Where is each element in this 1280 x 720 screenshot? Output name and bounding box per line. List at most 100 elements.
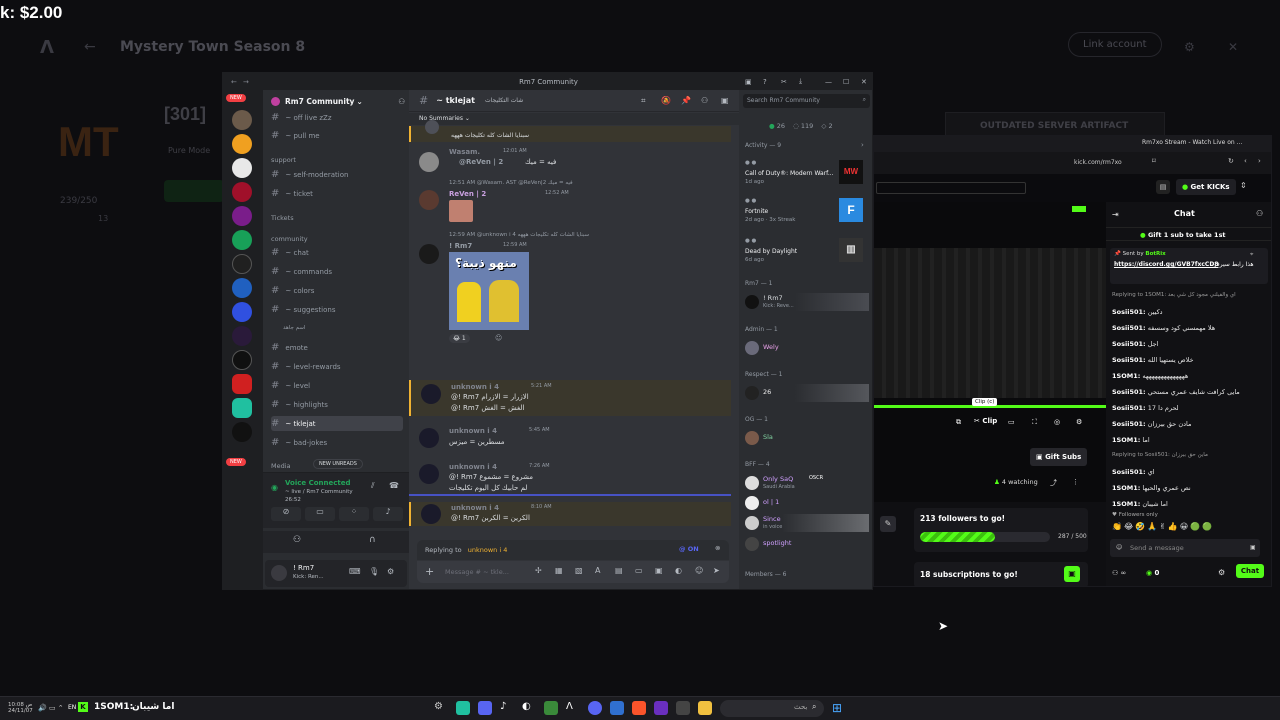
message-item[interactable]: سبنايا الشات كله تكليجات هههه bbox=[409, 120, 731, 142]
member-item[interactable]: ! Rm7 Kick: Reve... bbox=[745, 293, 869, 311]
tiktok-icon[interactable]: ♪ bbox=[500, 701, 514, 715]
member-item[interactable]: spotlight bbox=[745, 535, 869, 553]
store-taskbar-icon[interactable] bbox=[676, 701, 690, 715]
message-item[interactable]: unknown i 4 8:10 AM @! Rm7 الكرين = الكر… bbox=[409, 502, 731, 526]
start-icon[interactable]: ⊞ bbox=[832, 701, 846, 715]
channel-ticket[interactable]: # ~ ticket bbox=[271, 186, 403, 201]
channel-highlights[interactable]: # ~ highlights bbox=[271, 397, 403, 412]
server-icon-4[interactable] bbox=[232, 182, 252, 202]
player-settings-icon[interactable]: ⚙ bbox=[1076, 418, 1082, 426]
link-account-button[interactable]: Link account bbox=[1068, 32, 1162, 57]
edit-icon[interactable]: ✎ bbox=[880, 516, 896, 532]
fivem-icon[interactable]: Λ bbox=[566, 701, 580, 715]
member-item[interactable]: Only SaQ OSCR Saudi Arabia bbox=[745, 474, 869, 492]
kick-menu-icon[interactable]: ⇕ bbox=[1240, 181, 1247, 190]
server-icon-14[interactable] bbox=[232, 422, 252, 442]
chat-emote-icon[interactable]: ▣ bbox=[655, 566, 663, 575]
avatar[interactable] bbox=[419, 152, 439, 172]
pin-icon[interactable]: 📌 bbox=[681, 96, 691, 105]
connect-button[interactable] bbox=[164, 180, 224, 202]
member-item[interactable]: Since in voice bbox=[745, 514, 869, 532]
message-item[interactable]: Wasam. 12:01 AM @ReVen | 2 فيه = ميك bbox=[409, 146, 731, 176]
collapse-chat-icon[interactable]: ⇥ bbox=[1112, 210, 1119, 219]
chat-identity-icon[interactable]: ⚇ ∞ bbox=[1112, 569, 1126, 577]
apps-icon[interactable]: ✢ bbox=[535, 566, 542, 575]
add-reaction-icon[interactable]: ☺ bbox=[495, 334, 502, 342]
search-input[interactable]: Search Rm7 Community ⌕ bbox=[743, 94, 870, 108]
chat-message[interactable]: Replying to Sosii501: ماين حق بيرزان bbox=[1112, 452, 1268, 458]
notifications-icon[interactable]: 🔕 bbox=[661, 96, 671, 105]
camera-button[interactable]: ⊘ bbox=[271, 507, 301, 521]
chat-message[interactable]: Sosii501: اي bbox=[1112, 468, 1268, 476]
threads-icon[interactable]: ⌗ bbox=[641, 96, 646, 106]
brave-icon[interactable] bbox=[632, 701, 646, 715]
unpin-icon[interactable]: ⌖ bbox=[1250, 251, 1253, 259]
server-icon-3[interactable] bbox=[232, 158, 252, 178]
category-tickets[interactable]: Tickets bbox=[271, 214, 294, 222]
channel-emote[interactable]: # emote bbox=[271, 340, 403, 355]
chat-username[interactable]: Sosii501: bbox=[1112, 404, 1146, 412]
member-item[interactable]: Wely bbox=[745, 339, 869, 357]
server-icon-10[interactable] bbox=[232, 326, 252, 346]
member-item[interactable]: Sla bbox=[745, 429, 869, 447]
server-header[interactable]: Rm7 Community ⌄ ⚇ bbox=[263, 90, 409, 112]
soundboard-button[interactable]: ♪ bbox=[373, 507, 403, 521]
member-list-icon[interactable]: ⚇ bbox=[701, 96, 708, 105]
activity-item[interactable]: ● ● Call of Duty®: Modern Warf... 1d ago… bbox=[745, 160, 869, 192]
avatar[interactable] bbox=[421, 504, 441, 524]
noise-icon[interactable]: ⫽ bbox=[371, 481, 375, 491]
chat-message[interactable]: Replying to 1SOM1: اي والفيلني مجود كل ش… bbox=[1112, 292, 1268, 298]
server-icon-7[interactable] bbox=[232, 254, 252, 274]
chat-message[interactable]: Sosii501: مايى كرافت شايف عمري مستحي bbox=[1112, 388, 1268, 396]
voice-channel[interactable]: ~ live / Rm7 Community bbox=[285, 489, 353, 495]
translate-icon[interactable]: A bbox=[595, 566, 600, 575]
browser-back-icon[interactable]: ‹ bbox=[1244, 157, 1247, 165]
mic-icon[interactable]: 🎙 bbox=[369, 567, 379, 576]
message-input[interactable]: Message # ~ tkle... bbox=[445, 568, 509, 576]
browser-tab[interactable]: Rm7xo Stream - Watch Live on ... bbox=[1142, 139, 1242, 146]
chat-message[interactable]: Sosii501: مادن حق بيرزان bbox=[1112, 420, 1268, 428]
clip-button[interactable]: ✂ Clip bbox=[974, 417, 997, 425]
server-icon-8[interactable] bbox=[232, 278, 252, 298]
chat-message[interactable]: 1SOM1: اما شيبان bbox=[1112, 500, 1268, 508]
server-icon-2[interactable] bbox=[232, 134, 252, 154]
gamepad-icon[interactable]: ⌨ bbox=[349, 567, 361, 576]
settings-app-icon[interactable]: ⚙ bbox=[434, 701, 448, 715]
video-player[interactable]: Clip (c) ⧉ ✂ Clip ▭ ⛶ ◎ ⚙ ▣ Gift Subs ♟ … bbox=[874, 202, 1106, 502]
server-icon-13[interactable] bbox=[232, 398, 252, 418]
member-item[interactable]: ol | 1 bbox=[745, 494, 869, 512]
discord-taskbar-icon[interactable] bbox=[588, 701, 602, 715]
reload-icon[interactable]: ↻ bbox=[1228, 157, 1234, 165]
emote-picker-icon[interactable]: ▣ bbox=[1250, 544, 1256, 551]
settings-gear-icon[interactable]: ⚙ bbox=[387, 567, 394, 576]
member-item[interactable]: 26 bbox=[745, 384, 869, 402]
reaction-button[interactable]: 😂 1 bbox=[449, 334, 470, 343]
avatar[interactable] bbox=[419, 428, 439, 448]
channel-off-live[interactable]: # ~ off live zZz bbox=[271, 110, 403, 125]
settings-icon[interactable]: ⚙ bbox=[1184, 40, 1195, 54]
channel-tklejat[interactable]: # ~ tklejat bbox=[271, 416, 403, 431]
message-item[interactable]: unknown i 4 5:45 AM مسطرين = ميزس bbox=[409, 424, 731, 452]
get-kicks-button[interactable]: ● Get KICKs bbox=[1176, 179, 1236, 195]
gift-leaderboard-banner[interactable]: ● Gift 1 sub to take 1st bbox=[1106, 227, 1271, 241]
url-bar[interactable]: kick.com/rm7xo bbox=[1074, 159, 1122, 166]
chat-message[interactable]: 1SOM1: اما bbox=[1112, 436, 1268, 444]
channel-self-moderation[interactable]: # ~ self-moderation bbox=[271, 167, 403, 182]
close-window-icon[interactable]: ✕ bbox=[861, 78, 867, 86]
minecraft-icon[interactable] bbox=[544, 701, 558, 715]
chat-username[interactable]: 1SOM1: bbox=[1112, 500, 1140, 508]
chat-username[interactable]: 1SOM1: bbox=[1112, 372, 1140, 380]
avatar[interactable] bbox=[425, 120, 439, 134]
channel-level-rewards[interactable]: # ~ level-rewards bbox=[271, 359, 403, 374]
tray-icons[interactable]: 🔊 ▭ ⌃ bbox=[38, 704, 64, 712]
speed-icon[interactable]: ◎ bbox=[1054, 418, 1060, 426]
category-media[interactable]: Media bbox=[271, 462, 291, 470]
back-arrow-icon[interactable]: ← bbox=[84, 39, 96, 55]
taskbar-search[interactable]: بحث ⌕ bbox=[720, 700, 824, 717]
activity-item[interactable]: ● ● Fortnite 2d ago · 3x Streak F bbox=[745, 198, 869, 230]
pip-icon[interactable]: ⧉ bbox=[956, 418, 961, 427]
emote-bar[interactable]: 👏😂🤣🙏✌👍😀🟢🟢 bbox=[1112, 522, 1268, 534]
message-item[interactable]: unknown i 4 7:26 AM @! Rm7 مشروع = مشموع… bbox=[409, 460, 731, 496]
chat-message[interactable]: Sosii501: خلاص يستهيا الله bbox=[1112, 356, 1268, 364]
chat-username[interactable]: 1SOM1: bbox=[1112, 484, 1140, 492]
